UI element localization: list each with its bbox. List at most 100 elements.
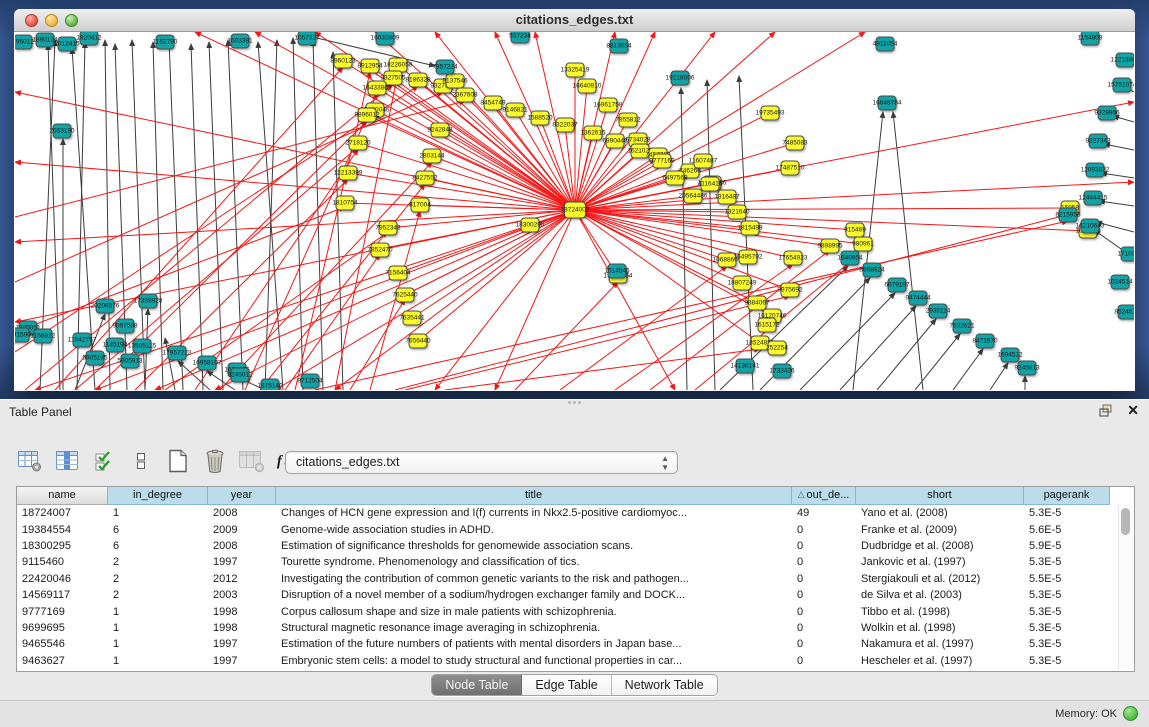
graph-node[interactable] [976, 334, 995, 349]
graph-node[interactable] [34, 329, 53, 344]
graph-node[interactable] [878, 96, 897, 111]
graph-node[interactable] [1001, 348, 1020, 363]
graph-node[interactable] [416, 171, 435, 186]
graph-node[interactable] [781, 161, 800, 176]
graph-node[interactable] [1081, 219, 1100, 234]
graph-node[interactable] [1084, 191, 1103, 206]
graph-node[interactable] [953, 319, 972, 334]
table-row[interactable]: 2242004622012Investigating the contribut… [17, 571, 1134, 587]
graph-node[interactable] [1111, 275, 1130, 290]
splitter-grip[interactable] [565, 401, 583, 405]
graph-node[interactable] [1113, 78, 1132, 93]
window-titlebar[interactable]: citations_edges.txt [14, 9, 1135, 32]
graph-node[interactable] [556, 118, 575, 133]
graph-node[interactable] [653, 154, 672, 169]
graph-node[interactable] [888, 278, 907, 293]
graph-node[interactable] [511, 32, 530, 44]
graph-node[interactable] [1116, 53, 1135, 68]
column-header-title[interactable]: title [276, 487, 792, 505]
graph-node[interactable] [231, 34, 250, 49]
graph-node[interactable] [1018, 361, 1037, 376]
graph-node[interactable] [53, 124, 72, 139]
graph-node[interactable] [599, 98, 618, 113]
graph-node[interactable] [58, 37, 77, 52]
graph-node[interactable] [423, 149, 442, 164]
graph-node[interactable] [684, 189, 703, 204]
graph-node[interactable] [929, 304, 948, 319]
table-row[interactable]: 969969511998Structural magnetic resonanc… [17, 620, 1134, 636]
table-select-dropdown[interactable]: citations_edges.txt ▲▼ [285, 451, 678, 474]
graph-node[interactable] [846, 223, 865, 238]
column-header-name[interactable]: name [17, 487, 108, 505]
network-window[interactable]: citations_edges.txt 89601238912954182260… [14, 9, 1135, 391]
delete-table-button[interactable] [238, 448, 266, 474]
graph-node[interactable] [671, 71, 690, 86]
graph-node[interactable] [758, 318, 777, 333]
table-row[interactable]: 1938455462009Genome-wide association stu… [17, 521, 1134, 537]
graph-node[interactable] [368, 81, 387, 96]
graph-node[interactable] [456, 88, 475, 103]
graph-node[interactable] [301, 374, 320, 389]
graph-node[interactable] [781, 283, 800, 298]
graph-node[interactable] [773, 364, 792, 379]
column-header-short[interactable]: short [856, 487, 1024, 505]
graph-node[interactable] [358, 108, 377, 123]
column-header-out_de[interactable]: △out_de... [792, 487, 856, 505]
graph-node[interactable] [506, 103, 525, 118]
graph-node[interactable] [336, 196, 355, 211]
graph-node[interactable] [133, 339, 152, 354]
row-cells-button[interactable] [127, 448, 155, 474]
graph-node[interactable] [396, 288, 415, 303]
graph-node[interactable] [736, 359, 755, 374]
graph-hub-node[interactable] [564, 202, 586, 219]
graph-node[interactable] [116, 319, 135, 334]
graph-node[interactable] [786, 136, 805, 151]
graph-node[interactable] [121, 354, 140, 369]
graph-node[interactable] [531, 111, 550, 126]
memory-status-indicator[interactable] [1123, 706, 1138, 721]
column-visibility-button[interactable] [53, 448, 81, 474]
float-panel-icon[interactable] [1099, 404, 1115, 418]
graph-node[interactable] [876, 37, 895, 52]
graph-node[interactable] [15, 35, 33, 50]
column-header-in_degree[interactable]: in_degree [108, 487, 208, 505]
graph-node[interactable] [1081, 32, 1100, 46]
graph-node[interactable] [73, 333, 92, 348]
graph-node[interactable] [584, 126, 603, 141]
graph-node[interactable] [701, 177, 720, 192]
graph-node[interactable] [718, 190, 737, 205]
graph-node[interactable] [1059, 208, 1078, 223]
graph-node[interactable] [80, 32, 99, 46]
graph-node[interactable] [578, 79, 597, 94]
table-row[interactable]: 1456911722003Disruption of a novel membe… [17, 587, 1134, 603]
column-header-pagerank[interactable]: pagerank [1024, 487, 1110, 505]
graph-node[interactable] [863, 263, 882, 278]
graph-node[interactable] [484, 96, 503, 111]
zoom-window-button[interactable] [65, 14, 78, 27]
column-header-year[interactable]: year [208, 487, 276, 505]
graph-node[interactable] [96, 299, 115, 314]
graph-node[interactable] [733, 276, 752, 291]
table-row[interactable]: 1872400712008Changes of HCN gene express… [17, 505, 1134, 521]
graph-node[interactable] [1089, 134, 1108, 149]
graph-node[interactable] [231, 368, 250, 383]
graph-node[interactable] [431, 123, 450, 138]
graph-node[interactable] [168, 346, 187, 361]
graph-node[interactable] [718, 253, 737, 268]
graph-node[interactable] [841, 251, 860, 266]
close-window-button[interactable] [25, 14, 38, 27]
select-all-checks-button[interactable] [90, 448, 118, 474]
network-canvas[interactable]: 8960123891295418226058932750516433862818… [15, 32, 1134, 390]
graph-node[interactable] [821, 239, 840, 254]
graph-node[interactable] [1086, 163, 1105, 178]
graph-node[interactable] [1098, 106, 1117, 121]
graph-node[interactable] [15, 328, 30, 343]
graph-node[interactable] [156, 35, 175, 50]
graph-node[interactable] [349, 136, 368, 151]
close-panel-icon[interactable]: ✕ [1127, 402, 1139, 419]
graph-node[interactable] [298, 32, 317, 46]
graph-node[interactable] [694, 154, 713, 169]
graph-node[interactable] [198, 356, 217, 371]
graph-node[interactable] [376, 32, 395, 46]
graph-node[interactable] [521, 218, 540, 233]
